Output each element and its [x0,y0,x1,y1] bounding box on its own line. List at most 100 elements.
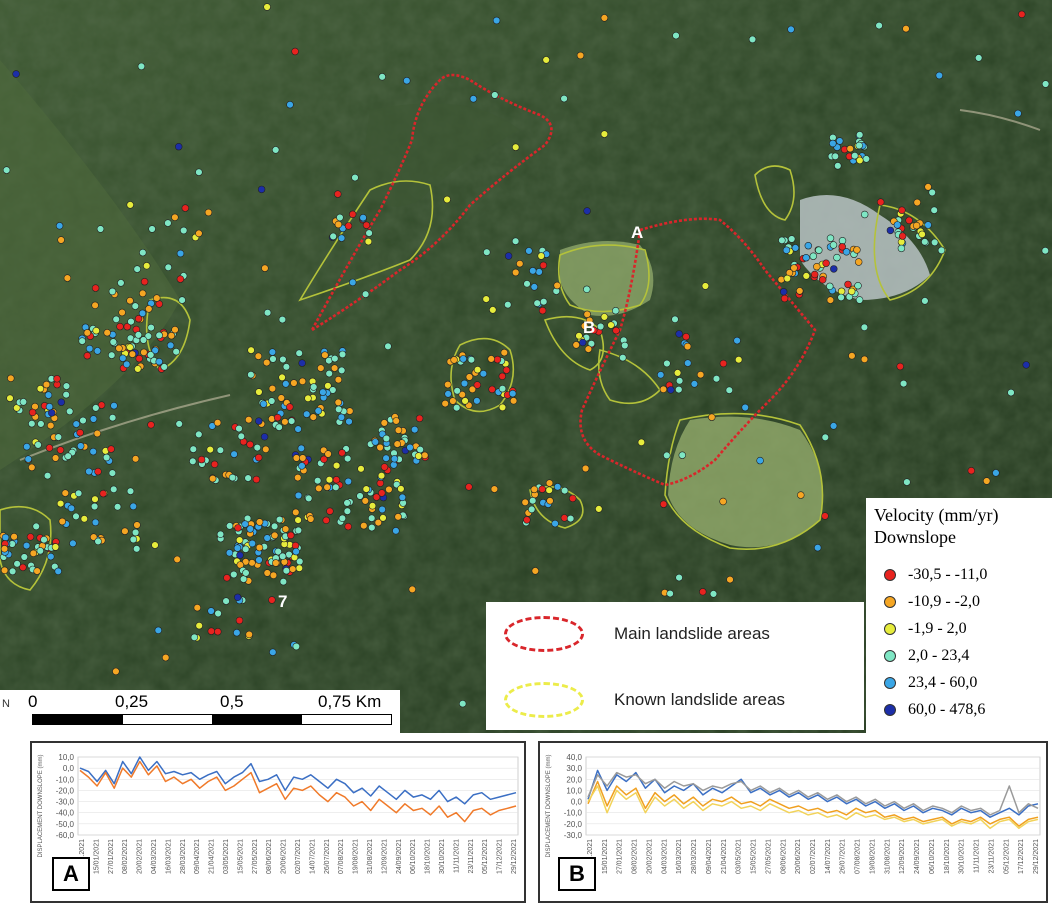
ps-point [377,472,386,480]
ps-point [545,486,553,494]
ps-point [542,56,550,64]
ps-point [62,382,71,390]
ps-point [317,364,325,372]
ps-point [127,317,135,326]
ps-point [498,385,507,393]
ps-point [334,190,342,198]
ps-point [279,577,288,586]
scale-segment [301,715,391,724]
ps-point [290,379,298,387]
x-tick-label: 17/12/2021 [1018,839,1025,874]
ps-point [539,298,548,306]
ps-point [176,275,185,283]
legend-class-label: 23,4 - 60,0 [908,674,978,691]
x-tick-label: 29/12/2021 [511,839,518,874]
ps-point [171,213,179,222]
ps-point [19,398,28,406]
x-tick-label: 23/11/2021 [988,839,995,874]
y-tick-label: -30,0 [564,831,583,840]
ps-point [787,235,796,243]
ps-point [583,207,591,215]
ps-point [538,306,547,315]
ps-point [690,380,699,388]
ps-point [193,603,202,612]
ps-point [453,404,461,412]
ps-point [779,288,788,296]
ps-point [576,51,585,60]
ps-point [78,337,86,345]
ps-point [287,417,296,425]
ps-point [110,402,118,410]
ps-point [20,553,28,561]
x-tick-label: 27/05/2021 [252,839,259,874]
ps-point [242,569,250,577]
ps-point [344,522,352,531]
ps-point [297,444,305,452]
ps-point [826,234,835,242]
ps-point [326,507,334,515]
ps-point [64,452,72,460]
y-tick-label: -10,0 [56,775,75,784]
ps-point [294,425,302,433]
satellite-map[interactable]: A B 7 N 0 0,25 0,5 0,75 Km Main landslid… [0,0,1052,733]
x-tick-label: 27/01/2021 [617,839,624,874]
ps-point [96,225,105,233]
ps-point [379,514,387,522]
ps-point [804,242,812,250]
ps-point [699,588,707,596]
ps-point [701,282,710,290]
ps-point [854,282,862,290]
x-tick-label: 14/07/2021 [825,839,832,874]
ps-point [529,267,537,275]
ps-point [344,222,353,230]
ps-point [253,443,261,452]
ps-point [40,535,48,544]
ps-point [855,131,864,139]
ps-point [810,270,819,279]
scale-label-075: 0,75 Km [318,692,382,711]
ps-point [992,469,1000,477]
scale-segment [33,715,123,724]
x-tick-label: 08/06/2021 [780,839,787,874]
ps-point [876,198,885,206]
x-tick-label: 27/05/2021 [765,839,772,874]
y-tick-label: 10,0 [566,786,582,795]
ps-point [734,356,743,364]
ps-point [235,536,244,544]
x-tick-label: 18/10/2021 [425,839,432,874]
ps-point [656,371,665,379]
ps-point [663,359,671,368]
ps-point [361,290,370,298]
ps-point [899,379,908,388]
ps-point [76,442,85,450]
ps-point [278,315,287,324]
ps-point [783,274,791,283]
ps-point [29,549,38,557]
ps-point [360,521,368,530]
ps-point [930,206,938,214]
ps-point [351,173,359,182]
ps-point [89,447,97,456]
ps-point [65,407,74,416]
ps-point [189,445,198,453]
ps-point [99,489,107,498]
ps-point [578,338,587,347]
ps-point [167,332,176,340]
y-tick-label: -10,0 [564,809,583,818]
ps-point [91,284,100,292]
ps-point [235,616,244,625]
ps-point [378,73,386,81]
ps-point [546,497,554,505]
ps-point [666,589,674,598]
ps-point [263,309,272,317]
ps-point [62,391,70,399]
ps-point [443,195,451,204]
ps-point [719,497,727,506]
ps-point [255,453,263,462]
velocity-legend: Velocity (mm/yr) Downslope -30,5 - -11,0… [866,498,1052,733]
ps-point [115,344,123,352]
scale-label-05: 0,5 [220,692,244,711]
ps-point [521,498,529,506]
ps-point [247,371,255,379]
ps-point [286,100,294,109]
